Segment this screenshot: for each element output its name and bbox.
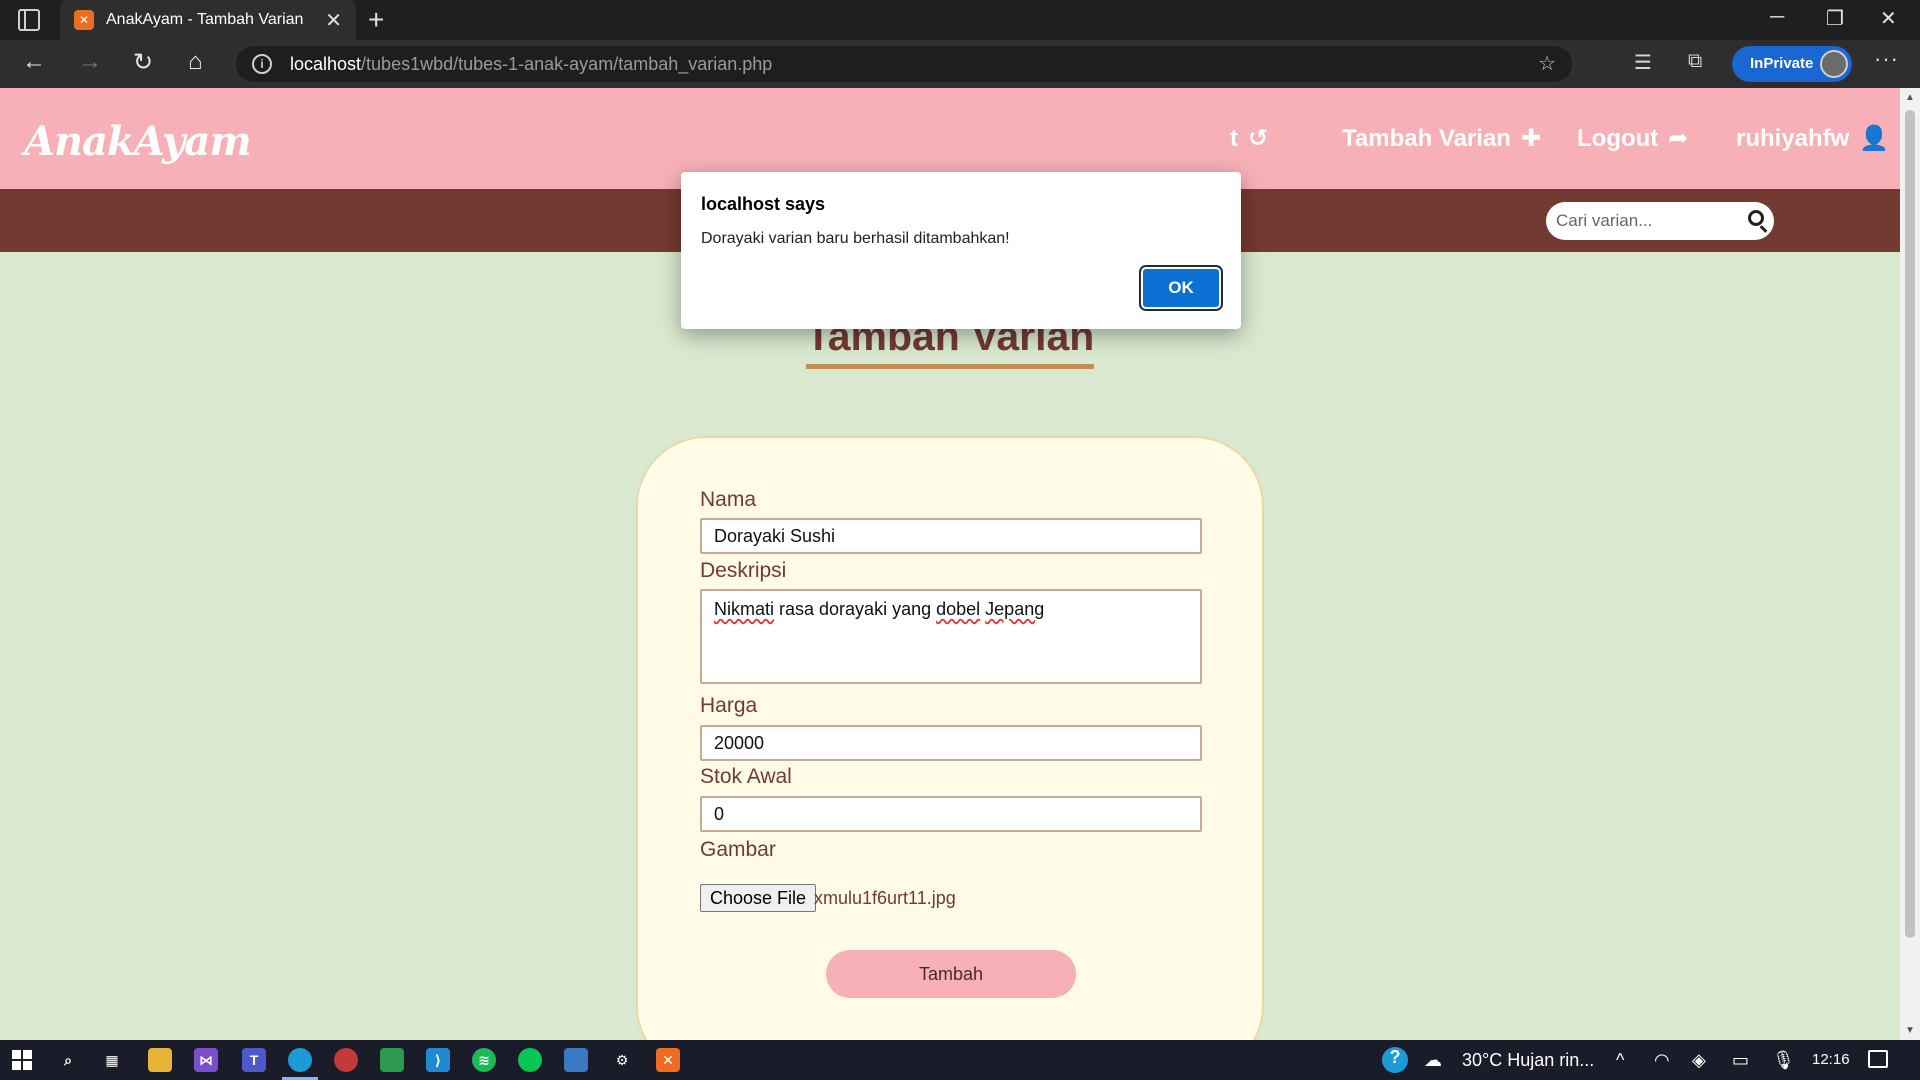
browser-tab[interactable]: ✕ AnakAyam - Tambah Varian ✕ bbox=[60, 0, 356, 40]
price-label: Harga bbox=[700, 694, 758, 717]
microphone-icon[interactable]: 🎙 bbox=[1772, 1050, 1795, 1071]
scroll-down-icon[interactable]: ▼ bbox=[1905, 1025, 1915, 1036]
file-explorer-icon[interactable] bbox=[148, 1048, 172, 1072]
search-input[interactable] bbox=[1556, 206, 1736, 236]
description-label: Deskripsi bbox=[700, 559, 787, 582]
task-view-icon[interactable]: ▦ bbox=[100, 1048, 124, 1072]
nav-logout[interactable]: Logout ➦ bbox=[1577, 124, 1688, 153]
stock-input[interactable]: 0 bbox=[700, 796, 1202, 832]
logout-icon: ➦ bbox=[1668, 125, 1689, 152]
vscode-icon[interactable]: ⟩ bbox=[426, 1048, 450, 1072]
forward-icon[interactable]: → bbox=[78, 48, 102, 76]
nav-history-label: t bbox=[1230, 125, 1238, 152]
back-icon[interactable]: ← bbox=[22, 48, 46, 76]
address-bar[interactable]: i localhost/tubes1wbd/tubes-1-anak-ayam/… bbox=[236, 46, 1572, 82]
search-icon[interactable] bbox=[1748, 210, 1764, 226]
spell-word-2: dobel bbox=[936, 599, 981, 619]
teams-icon[interactable]: T bbox=[242, 1048, 266, 1072]
settings-icon[interactable]: ⚙ bbox=[610, 1048, 634, 1072]
wifi-icon[interactable]: ◠ bbox=[1654, 1050, 1670, 1071]
description-textarea[interactable]: Nikmati rasa dorayaki yang dobel Jepang bbox=[700, 589, 1202, 684]
selected-file-name: xmulu1f6urt11.jpg bbox=[814, 888, 956, 908]
workspaces-icon[interactable] bbox=[18, 9, 40, 31]
add-favorite-icon[interactable]: ☆ bbox=[1538, 51, 1556, 76]
weather-icon: ☁ bbox=[1424, 1050, 1442, 1070]
site-logo[interactable]: AnakAyam bbox=[24, 118, 252, 165]
favorites-icon[interactable]: ☰ bbox=[1634, 50, 1652, 75]
start-icon[interactable] bbox=[12, 1050, 32, 1070]
user-icon: 👤 bbox=[1859, 125, 1890, 152]
image-label: Gambar bbox=[700, 838, 776, 861]
collections-icon[interactable]: ⧉ bbox=[1688, 50, 1702, 73]
plus-icon: ✚ bbox=[1520, 125, 1542, 152]
nav-user-label: ruhiyahfw bbox=[1736, 125, 1850, 152]
weather-text[interactable]: 30°C Hujan rin... bbox=[1462, 1050, 1594, 1071]
submit-button[interactable]: Tambah bbox=[826, 950, 1076, 998]
search-taskbar-icon[interactable]: ⌕ bbox=[56, 1048, 80, 1072]
antivirus-icon[interactable]: ◈ bbox=[1692, 1050, 1706, 1071]
stock-label: Stok Awal bbox=[700, 765, 792, 788]
history-icon: ↺ bbox=[1248, 125, 1269, 152]
ok-button[interactable]: OK bbox=[1143, 269, 1219, 307]
description-mid: rasa dorayaki yang bbox=[774, 599, 937, 619]
xampp-icon[interactable]: ✕ bbox=[656, 1048, 680, 1072]
search-box bbox=[1546, 202, 1774, 240]
line-icon[interactable] bbox=[518, 1048, 542, 1072]
name-label: Nama bbox=[700, 488, 757, 511]
home-icon[interactable]: ⌂ bbox=[188, 48, 203, 76]
nav-add-variant[interactable]: Tambah Varian ✚ bbox=[1342, 124, 1541, 153]
close-window-icon[interactable]: ✕ bbox=[1880, 6, 1897, 31]
visual-studio-icon[interactable]: ⋈ bbox=[194, 1048, 218, 1072]
url-host: localhost bbox=[290, 54, 362, 74]
show-hidden-icons-icon[interactable]: ^ bbox=[1616, 1050, 1624, 1071]
inprivate-button[interactable]: InPrivate bbox=[1732, 46, 1852, 82]
windows-taskbar: ⌕ ▦ ⋈ T ⟩ ≋ ⚙ ✕ ? ☁ 30°C Hujan rin... ^ … bbox=[0, 1040, 1920, 1080]
address-toolbar: ← → ↻ ⌂ i localhost/tubes1wbd/tubes-1-an… bbox=[0, 40, 1920, 88]
nav-add-variant-label: Tambah Varian bbox=[1342, 125, 1511, 152]
restore-icon[interactable]: ❐ bbox=[1826, 6, 1844, 31]
dialog-message: Dorayaki varian baru berhasil ditambahka… bbox=[701, 230, 1010, 247]
notification-icon[interactable] bbox=[1868, 1050, 1888, 1068]
add-variant-form: Nama Dorayaki Sushi Deskripsi Nikmati ra… bbox=[636, 436, 1264, 1040]
help-icon[interactable]: ? bbox=[1382, 1047, 1408, 1073]
tab-title: AnakAyam - Tambah Varian bbox=[106, 11, 304, 28]
scroll-thumb[interactable] bbox=[1905, 110, 1915, 938]
nav-history[interactable]: t ↺ bbox=[1230, 124, 1268, 153]
spell-word-3: Jepang bbox=[985, 599, 1045, 619]
dialog-title: localhost says bbox=[701, 194, 826, 214]
new-tab-icon[interactable]: + bbox=[368, 4, 384, 36]
edge-icon[interactable] bbox=[282, 1048, 318, 1080]
spell-word-1: Nikmati bbox=[714, 599, 775, 619]
choose-file-button[interactable]: Choose File bbox=[700, 884, 817, 912]
refresh-icon[interactable]: ↻ bbox=[133, 48, 153, 77]
name-input[interactable]: Dorayaki Sushi bbox=[700, 518, 1202, 554]
app-icon-red[interactable] bbox=[334, 1048, 358, 1072]
xampp-favicon-icon: ✕ bbox=[74, 10, 94, 30]
browser-tab-bar: ✕ AnakAyam - Tambah Varian ✕ + ─ ❐ ✕ bbox=[0, 0, 1920, 40]
photos-icon[interactable] bbox=[564, 1048, 588, 1072]
minimize-icon[interactable]: ─ bbox=[1770, 6, 1784, 29]
page-scrollbar[interactable]: ▲ ▼ bbox=[1900, 88, 1920, 1040]
close-tab-icon[interactable]: ✕ bbox=[325, 8, 342, 33]
inprivate-label: InPrivate bbox=[1750, 55, 1814, 72]
alert-dialog: localhost says Dorayaki varian baru berh… bbox=[681, 172, 1241, 329]
spotify-icon[interactable]: ≋ bbox=[472, 1048, 496, 1072]
profile-avatar bbox=[1820, 50, 1848, 78]
url-path: /tubes1wbd/tubes-1-anak-ayam/tambah_vari… bbox=[361, 54, 773, 74]
notes-icon[interactable] bbox=[380, 1048, 404, 1072]
site-info-icon[interactable]: i bbox=[252, 54, 272, 74]
price-input[interactable]: 20000 bbox=[700, 725, 1202, 761]
scroll-up-icon[interactable]: ▲ bbox=[1905, 92, 1915, 103]
more-options-icon[interactable]: ··· bbox=[1874, 46, 1899, 72]
nav-user[interactable]: ruhiyahfw 👤 bbox=[1736, 124, 1889, 153]
clock-time[interactable]: 12:16 bbox=[1812, 1051, 1850, 1068]
url-text[interactable]: localhost/tubes1wbd/tubes-1-anak-ayam/ta… bbox=[290, 54, 772, 75]
nav-logout-label: Logout bbox=[1577, 125, 1659, 152]
page-viewport: AnakAyam t ↺ Tambah Varian ✚ Logout ➦ ruhiy… bbox=[0, 88, 1900, 1040]
battery-icon[interactable]: ▭ bbox=[1732, 1050, 1749, 1071]
